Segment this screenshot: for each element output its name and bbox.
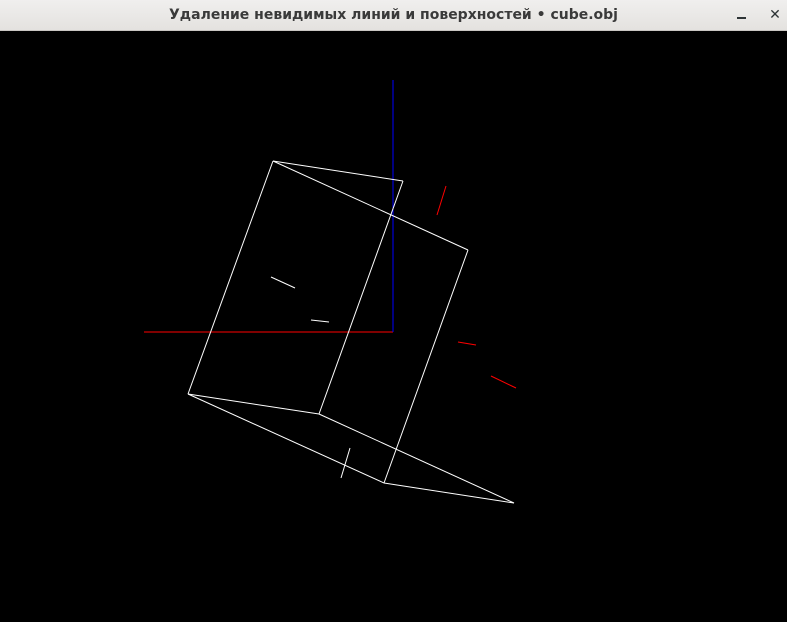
model-edge xyxy=(187,393,385,484)
model-edge-fragment xyxy=(310,319,330,323)
model-edge xyxy=(272,160,404,182)
model-edge xyxy=(383,482,515,504)
model-edge xyxy=(383,249,469,484)
minimize-button[interactable] xyxy=(729,4,753,26)
model-edge xyxy=(187,160,274,395)
app-window: Удаление невидимых линий и поверхностей … xyxy=(0,0,787,622)
model-edge-fragment xyxy=(340,447,351,479)
model-edge xyxy=(272,160,469,251)
minimize-icon xyxy=(736,17,746,19)
close-icon: ✕ xyxy=(769,7,781,23)
axis-x-fragment xyxy=(436,185,447,216)
model-edge xyxy=(318,180,404,415)
close-button[interactable]: ✕ xyxy=(763,4,787,26)
axis-x-fragment xyxy=(490,375,517,389)
window-title: Удаление невидимых линий и поверхностей … xyxy=(169,7,618,23)
model-edge xyxy=(187,393,320,415)
title-bar[interactable]: Удаление невидимых линий и поверхностей … xyxy=(0,0,787,31)
model-edge xyxy=(318,413,515,504)
render-canvas[interactable] xyxy=(0,31,787,622)
axis-x-fragment xyxy=(457,341,477,346)
model-edge-fragment xyxy=(270,276,296,289)
axes xyxy=(144,80,517,389)
scene-svg xyxy=(144,80,517,504)
